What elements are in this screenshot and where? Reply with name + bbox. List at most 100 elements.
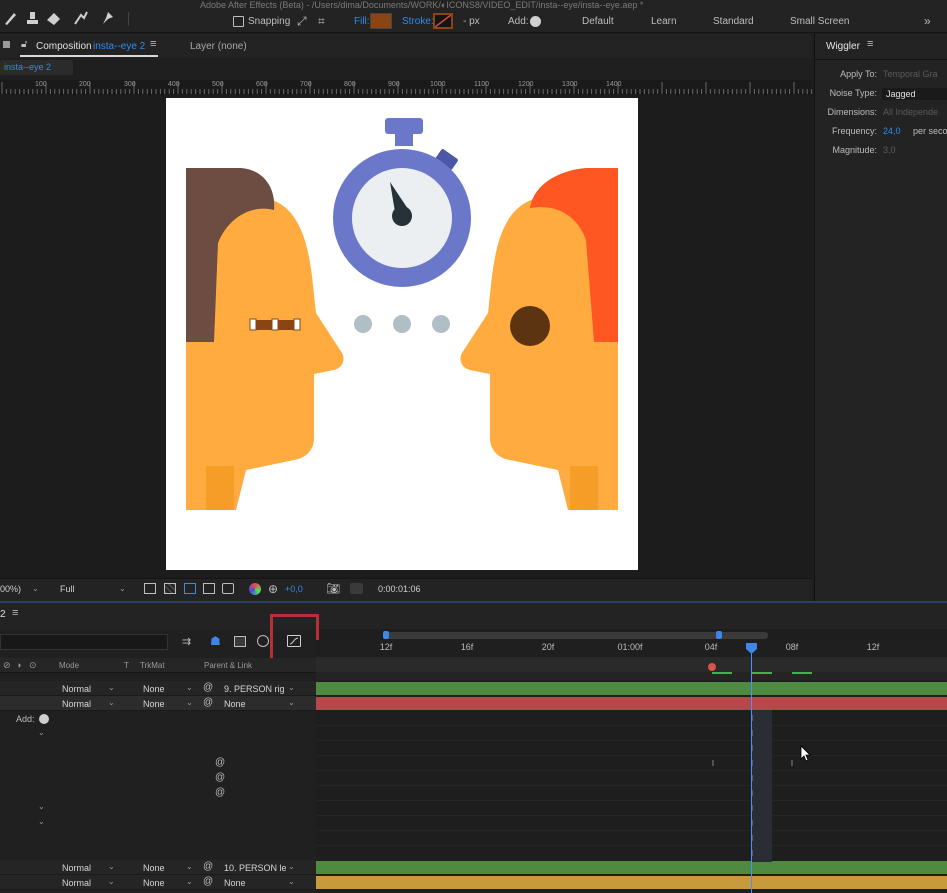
layer-3-trkmat-arrow-icon[interactable]: ⌄ xyxy=(186,862,193,871)
puppet-pin-tool-icon[interactable] xyxy=(99,10,117,26)
layer-4-pickwhip-icon[interactable]: @ xyxy=(203,876,213,887)
property-dropdown-arrow-icon[interactable]: ⌄ xyxy=(38,728,45,737)
keyframe[interactable]: I xyxy=(712,759,714,768)
column-trkmat[interactable]: TrkMat xyxy=(140,661,165,670)
composition-tab-menu-icon[interactable]: ≡ xyxy=(150,38,156,50)
breadcrumb-label[interactable]: insta--eye 2 xyxy=(4,62,51,72)
audio-switch-icon[interactable]: ◑ xyxy=(16,660,21,670)
keyframe[interactable]: I xyxy=(791,759,793,768)
layer-2-duration-bar[interactable] xyxy=(316,697,947,710)
resolution-dropdown-arrow-icon[interactable]: ⌄ xyxy=(119,584,126,593)
layer-2-mode-arrow-icon[interactable]: ⌄ xyxy=(108,698,115,707)
layer-2-mode[interactable]: Normal xyxy=(62,699,91,709)
property-3-pickwhip-icon[interactable]: @ xyxy=(215,787,225,798)
layer-3-trkmat[interactable]: None xyxy=(143,863,165,873)
current-timecode[interactable]: 0:00:01:06 xyxy=(378,584,421,594)
motion-blur-icon[interactable] xyxy=(257,635,269,647)
property-4-dropdown-arrow-icon[interactable]: ⌄ xyxy=(38,802,45,811)
exposure-value[interactable]: +0,0 xyxy=(285,584,303,594)
layer-4-mode-arrow-icon[interactable]: ⌄ xyxy=(108,877,115,886)
layer-4-parent-arrow-icon[interactable]: ⌄ xyxy=(288,877,295,886)
guides-icon[interactable] xyxy=(203,583,215,594)
workspace-default[interactable]: Default xyxy=(582,16,614,27)
layer-3-duration-bar[interactable] xyxy=(316,861,947,874)
property-2-pickwhip-icon[interactable]: @ xyxy=(215,772,225,783)
frame-blending-icon[interactable] xyxy=(234,636,246,647)
property-5-dropdown-arrow-icon[interactable]: ⌄ xyxy=(38,817,45,826)
stroke-color-swatch[interactable] xyxy=(433,13,453,29)
shy-layers-icon[interactable]: ☗ xyxy=(210,634,221,648)
work-area-bar[interactable] xyxy=(386,632,768,639)
fill-label[interactable]: Fill: xyxy=(354,16,370,27)
timeline-search-input[interactable] xyxy=(0,634,168,650)
workspace-learn[interactable]: Learn xyxy=(651,16,677,27)
timeline-tab-name[interactable]: 2 xyxy=(0,609,6,620)
transparency-grid-icon[interactable] xyxy=(164,583,176,594)
grid-options-icon[interactable] xyxy=(222,583,234,594)
layer-2-pickwhip-icon[interactable]: @ xyxy=(203,697,213,708)
workspace-standard[interactable]: Standard xyxy=(713,16,754,27)
layer-4-mode[interactable]: Normal xyxy=(62,878,91,888)
snapping-checkbox[interactable] xyxy=(233,16,244,27)
layer-2-parent-arrow-icon[interactable]: ⌄ xyxy=(288,698,295,707)
layer-4-parent[interactable]: None xyxy=(224,878,246,888)
resolution-dropdown[interactable]: Full xyxy=(60,584,75,594)
layer-3-parent-arrow-icon[interactable]: ⌄ xyxy=(288,862,295,871)
layer-2-parent[interactable]: None xyxy=(224,699,246,709)
column-parent-link[interactable]: Parent & Link xyxy=(204,661,252,670)
snapshot-camera-icon[interactable]: 📷︎ xyxy=(326,582,340,595)
composition-flowchart-icon[interactable]: ⇉ xyxy=(182,635,191,648)
layer-1-parent[interactable]: 9. PERSON rig xyxy=(224,684,286,694)
work-area-start-handle[interactable] xyxy=(383,631,389,639)
work-area-end-handle[interactable] xyxy=(716,631,722,639)
workspaces-overflow-icon[interactable]: » xyxy=(924,14,931,28)
property-1-pickwhip-icon[interactable]: @ xyxy=(215,757,225,768)
layer-3-mode[interactable]: Normal xyxy=(62,863,91,873)
panel-menu-icon[interactable] xyxy=(3,41,10,48)
noise-type-dropdown[interactable]: Jagged xyxy=(882,88,947,100)
magnitude-value[interactable]: 3,0 xyxy=(883,145,896,155)
roto-brush-tool-icon[interactable] xyxy=(72,10,90,26)
composition-canvas[interactable] xyxy=(166,98,638,570)
layer-1-parent-arrow-icon[interactable]: ⌄ xyxy=(288,683,295,692)
channel-icon[interactable] xyxy=(249,583,261,595)
marker-icon[interactable] xyxy=(708,663,716,671)
wiggler-title[interactable]: Wiggler xyxy=(826,41,860,52)
apply-to-dropdown[interactable]: Temporal Gra xyxy=(883,69,938,79)
show-snapshot-icon[interactable] xyxy=(350,583,363,594)
stroke-width-value[interactable]: - px xyxy=(463,16,480,27)
column-t[interactable]: T xyxy=(124,661,129,670)
eraser-tool-icon[interactable] xyxy=(45,10,63,26)
layer-4-duration-bar[interactable] xyxy=(316,876,947,889)
layer-1-mode[interactable]: Normal xyxy=(62,684,91,694)
column-mode[interactable]: Mode xyxy=(59,661,79,670)
zoom-dropdown[interactable]: 00%) xyxy=(0,584,21,594)
layer-3-pickwhip-icon[interactable]: @ xyxy=(203,861,213,872)
brush-tool-icon[interactable] xyxy=(2,10,20,26)
zoom-dropdown-arrow-icon[interactable]: ⌄ xyxy=(32,584,39,593)
timeline-tab-menu-icon[interactable]: ≡ xyxy=(12,607,18,619)
stroke-label[interactable]: Stroke: xyxy=(402,16,434,27)
snap-features-icon[interactable]: ⌗ xyxy=(318,14,325,29)
layer-1-trkmat[interactable]: None xyxy=(143,684,165,694)
layer-tab[interactable]: Layer (none) xyxy=(190,41,247,52)
snap-edges-icon[interactable]: ⤢ xyxy=(297,14,307,29)
layer-1-pickwhip-icon[interactable]: @ xyxy=(203,682,213,693)
fill-color-swatch[interactable] xyxy=(370,13,392,29)
layer-2-trkmat[interactable]: None xyxy=(143,699,165,709)
region-of-interest-icon[interactable] xyxy=(144,583,156,594)
frequency-value[interactable]: 24,0 xyxy=(883,126,901,136)
composition-tab-name[interactable]: insta--eye 2 xyxy=(93,41,145,52)
clone-stamp-tool-icon[interactable] xyxy=(24,10,42,26)
layer-3-mode-arrow-icon[interactable]: ⌄ xyxy=(108,862,115,871)
video-switch-icon[interactable]: ⊘ xyxy=(3,660,11,671)
wiggler-menu-icon[interactable]: ≡ xyxy=(867,38,873,50)
mask-visibility-icon[interactable] xyxy=(184,583,196,594)
layer-3-parent[interactable]: 10. PERSON le xyxy=(224,863,286,873)
playhead-line[interactable] xyxy=(751,648,752,893)
layer-1-trkmat-arrow-icon[interactable]: ⌄ xyxy=(186,683,193,692)
exposure-reset-icon[interactable]: ⊕ xyxy=(268,582,278,596)
add-property-icon[interactable] xyxy=(39,714,49,724)
layer-4-trkmat-arrow-icon[interactable]: ⌄ xyxy=(186,877,193,886)
layer-1-duration-bar[interactable] xyxy=(316,682,947,695)
